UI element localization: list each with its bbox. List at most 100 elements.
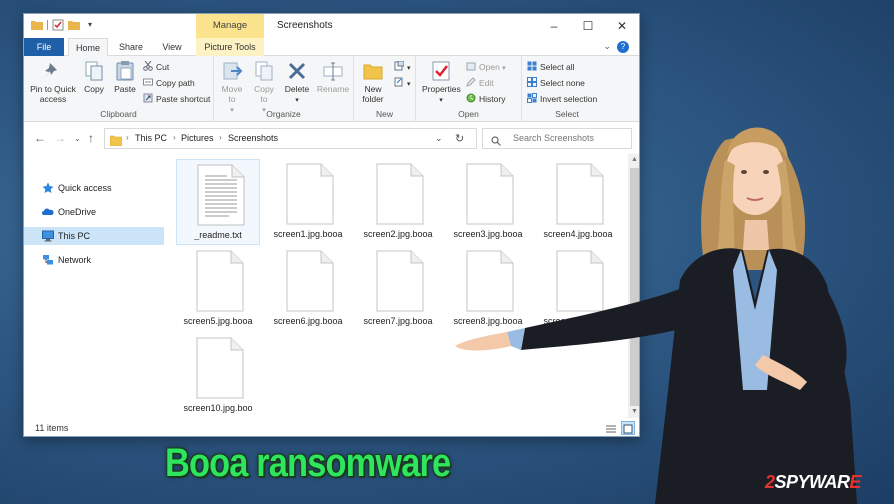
new-folder-label: New folder [362, 84, 384, 104]
copy-to-icon [255, 61, 273, 81]
copy-button[interactable]: Copy [81, 60, 107, 94]
pin-to-quick-access-button[interactable]: Pin to Quick access [27, 60, 79, 104]
open-icon [466, 61, 476, 71]
file-item-screen7[interactable]: screen7.jpg.booa [356, 246, 440, 332]
select-none-button[interactable]: Select none [527, 76, 585, 90]
recent-locations-chevron-icon[interactable]: ⌄ [74, 134, 81, 143]
delete-button[interactable]: Delete ▾ [283, 60, 311, 106]
properties-check-icon [432, 61, 450, 81]
title-bar: ▾ Manage Screenshots – ☐ ✕ [24, 14, 639, 38]
cut-button[interactable]: Cut [143, 60, 169, 74]
file-name: screen10.jpg.boo [183, 403, 253, 413]
new-item-button[interactable]: ▾ [394, 60, 411, 74]
tab-file[interactable]: File [24, 38, 64, 56]
minimize-button[interactable]: – [539, 17, 569, 35]
logo-text: SPYWAR [774, 472, 851, 492]
copy-path-button[interactable]: Copy path [143, 76, 195, 90]
file-item-screen2[interactable]: screen2.jpg.booa [356, 159, 440, 245]
file-item-screen5[interactable]: screen5.jpg.booa [176, 246, 260, 332]
close-button[interactable]: ✕ [607, 17, 637, 35]
manage-context-tab[interactable]: Manage [196, 14, 264, 38]
blank-file-icon [376, 163, 424, 225]
tab-view[interactable]: View [154, 38, 190, 56]
new-item-icon [394, 60, 405, 71]
delete-x-icon [288, 62, 306, 80]
nav-item-onedrive[interactable]: OneDrive [24, 203, 164, 221]
maximize-button[interactable]: ☐ [573, 17, 603, 35]
cut-label: Cut [156, 62, 170, 72]
organize-group: Move to ▾ Copy to ▾ Delete ▾ Rename Organiz… [214, 56, 354, 122]
select-all-button[interactable]: Select all [527, 60, 575, 74]
pin-label: Pin to Quick access [30, 84, 76, 104]
address-history-chevron-icon[interactable]: ⌄ [435, 133, 443, 144]
nav-item-label: Network [58, 255, 92, 265]
tab-picture-tools[interactable]: Picture Tools [196, 38, 264, 56]
file-item-screen10[interactable]: screen10.jpg.boo [176, 333, 260, 419]
open-button[interactable]: Open ▾ [466, 60, 506, 74]
select-all-label: Select all [540, 62, 575, 72]
file-name: screen5.jpg.booa [183, 316, 253, 326]
copy-path-label: Copy path [156, 78, 195, 88]
scissors-icon [143, 60, 153, 71]
rename-button[interactable]: Rename [315, 60, 351, 94]
folder-icon [31, 19, 43, 31]
nav-item-this-pc[interactable]: This PC [24, 227, 164, 245]
customize-toolbar-icon[interactable]: ▾ [84, 19, 96, 31]
quick-access-toolbar: ▾ [31, 19, 96, 31]
blank-file-icon [196, 337, 244, 399]
breadcrumb-separator: › [173, 133, 176, 142]
copy-to-label: Copy to [254, 84, 274, 104]
file-item-screen6[interactable]: screen6.jpg.booa [266, 246, 350, 332]
copy-to-button[interactable]: Copy to ▾ [250, 60, 278, 116]
chevron-down-icon[interactable]: ⌄ [603, 41, 611, 52]
rename-icon [323, 62, 343, 81]
new-folder-icon[interactable] [68, 19, 80, 31]
back-arrow-icon[interactable]: ← [34, 131, 46, 145]
easy-access-button[interactable]: ▾ [394, 76, 411, 90]
file-item-screen1[interactable]: screen1.jpg.booa [266, 159, 350, 245]
breadcrumb-screenshots[interactable]: Screenshots [228, 133, 278, 143]
properties-check-icon[interactable] [52, 19, 64, 31]
paste-shortcut-label: Paste shortcut [156, 94, 211, 104]
easy-access-icon [394, 77, 404, 87]
blank-file-icon [196, 250, 244, 312]
paste-label: Paste [114, 84, 136, 94]
tab-home[interactable]: Home [68, 38, 108, 57]
forward-arrow-icon[interactable]: → [54, 131, 66, 145]
blank-file-icon [286, 163, 334, 225]
site-logo: 2SPYWARE [765, 472, 862, 493]
paste-icon [116, 61, 134, 81]
paste-shortcut-button[interactable]: Paste shortcut [143, 92, 210, 106]
new-group-label: New [375, 109, 393, 119]
organize-group-label: Organize [266, 109, 301, 119]
file-name: screen1.jpg.booa [273, 229, 343, 239]
item-count: 11 items [35, 423, 69, 433]
file-item-readme[interactable]: _readme.txt [176, 159, 260, 245]
nav-item-quick-access[interactable]: Quick access [24, 179, 164, 197]
move-to-button[interactable]: Move to ▾ [218, 60, 246, 116]
copy-path-icon [143, 77, 153, 87]
address-bar[interactable]: › This PC › Pictures › Screenshots ⌄ ↻ [104, 128, 477, 149]
open-label: Open [479, 62, 500, 72]
help-icon[interactable]: ? [617, 41, 629, 53]
nav-item-label: OneDrive [58, 207, 97, 217]
presenter-photo [455, 127, 857, 504]
select-all-icon [527, 61, 537, 71]
move-to-icon [223, 62, 243, 80]
edit-button[interactable]: Edit [466, 76, 494, 90]
new-group: New folder ▾ ▾ New [354, 56, 416, 122]
properties-label: Properties [422, 84, 461, 94]
tab-share[interactable]: Share [112, 38, 150, 56]
window-title: Screenshots [277, 20, 333, 31]
breadcrumb-pictures[interactable]: Pictures [181, 133, 214, 143]
copy-label: Copy [84, 84, 104, 94]
breadcrumb-this-pc[interactable]: This PC [135, 133, 167, 143]
cloud-icon [42, 206, 54, 218]
paste-button[interactable]: Paste [111, 60, 139, 94]
file-name: screen2.jpg.booa [363, 229, 433, 239]
up-arrow-icon[interactable]: ↑ [88, 131, 94, 145]
nav-item-network[interactable]: Network [24, 251, 164, 269]
new-folder-button[interactable]: New folder [358, 60, 388, 104]
ribbon-tabs: File Home Share View Picture Tools ⌄ ? [24, 38, 639, 57]
clipboard-group-label: Clipboard [100, 109, 137, 119]
